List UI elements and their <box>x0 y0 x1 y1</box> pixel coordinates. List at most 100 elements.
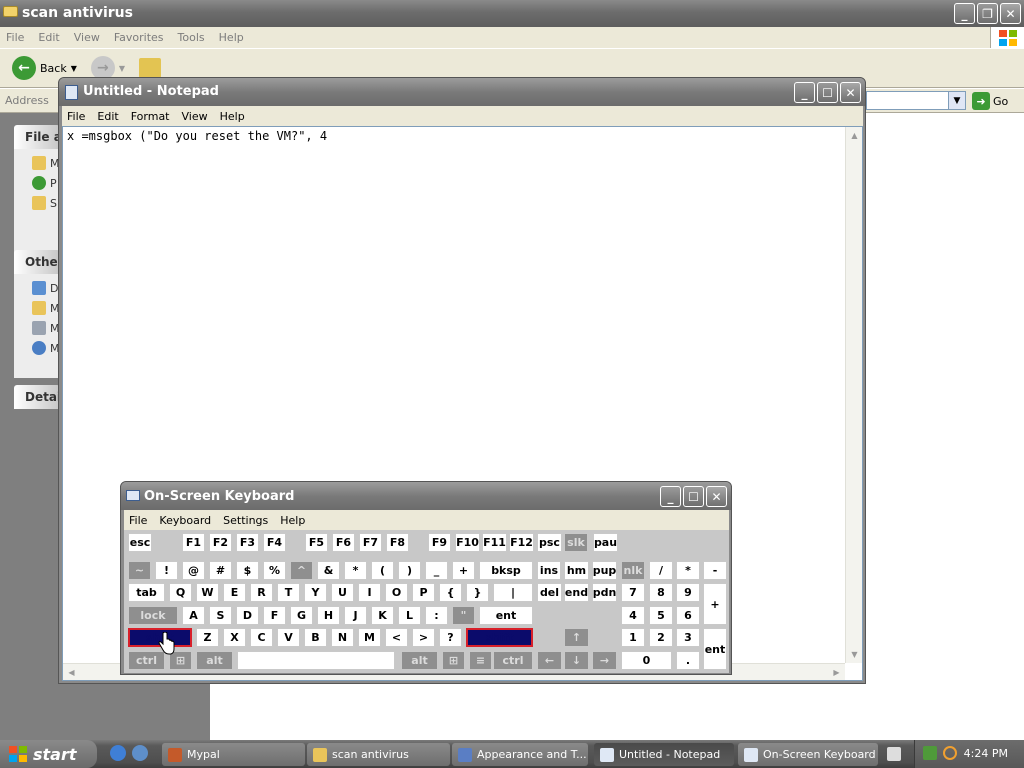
taskbar-item-on-screen-keyboard[interactable]: On-Screen Keyboard <box>738 743 878 766</box>
key-f[interactable]: F <box>263 606 286 625</box>
key-symbol[interactable]: . <box>676 651 700 670</box>
key-g[interactable]: G <box>290 606 313 625</box>
key-f5[interactable]: F5 <box>305 533 328 552</box>
key-f4[interactable]: F4 <box>263 533 286 552</box>
menu-format[interactable]: Format <box>131 110 170 123</box>
browser-icon[interactable] <box>132 745 148 761</box>
key-symbol[interactable]: ↓ <box>564 651 589 670</box>
taskbar-item-scan-antivirus[interactable]: scan antivirus <box>307 743 450 766</box>
key-nlk[interactable]: nlk <box>621 561 645 580</box>
key-symbol[interactable]: * <box>676 561 700 580</box>
key-numpad-enter[interactable]: ent <box>703 628 727 670</box>
key-symbol[interactable]: ↑ <box>564 628 589 647</box>
task-item[interactable]: M <box>14 153 60 173</box>
key-symbol[interactable]: % <box>263 561 286 580</box>
maximize-button[interactable]: ☐ <box>683 486 704 507</box>
explorer-titlebar[interactable]: scan antivirus _ ❐ ✕ <box>0 0 1024 27</box>
menu-help[interactable]: Help <box>220 110 245 123</box>
key-alt[interactable]: alt <box>196 651 233 670</box>
task-item[interactable]: S <box>14 193 60 213</box>
menu-file[interactable]: File <box>67 110 85 123</box>
menu-view[interactable]: View <box>74 31 100 44</box>
key-o[interactable]: O <box>385 583 408 602</box>
key-symbol[interactable]: → <box>592 651 617 670</box>
menu-edit[interactable]: Edit <box>97 110 118 123</box>
key-symbol[interactable]: _ <box>425 561 448 580</box>
key-space[interactable] <box>237 651 395 670</box>
scroll-right-icon[interactable]: ▶ <box>828 664 845 681</box>
key-symbol[interactable]: ! <box>155 561 178 580</box>
key-pdn[interactable]: pdn <box>592 583 617 602</box>
key-r[interactable]: R <box>250 583 273 602</box>
osk-titlebar[interactable]: On-Screen Keyboard _ ☐ ✕ <box>121 482 731 510</box>
key-i[interactable]: I <box>358 583 381 602</box>
key-bksp[interactable]: bksp <box>479 561 533 580</box>
key-u[interactable]: U <box>331 583 354 602</box>
menu-help[interactable]: Help <box>280 514 305 527</box>
key-n[interactable]: N <box>331 628 354 647</box>
restore-button[interactable]: ❐ <box>977 3 998 24</box>
key-q[interactable]: Q <box>169 583 192 602</box>
minimize-button[interactable]: _ <box>794 82 815 103</box>
key-symbol[interactable]: " <box>452 606 475 625</box>
key-w[interactable]: W <box>196 583 219 602</box>
key-end[interactable]: end <box>564 583 589 602</box>
key-esc[interactable]: esc <box>128 533 152 552</box>
menu-file[interactable]: File <box>6 31 24 44</box>
key-symbol[interactable]: & <box>317 561 340 580</box>
key-j[interactable]: J <box>344 606 367 625</box>
key-b[interactable]: B <box>304 628 327 647</box>
key-hm[interactable]: hm <box>564 561 589 580</box>
menu-help[interactable]: Help <box>219 31 244 44</box>
close-button[interactable]: ✕ <box>840 82 861 103</box>
key-9[interactable]: 9 <box>676 583 700 602</box>
menu-view[interactable]: View <box>182 110 208 123</box>
key-symbol[interactable]: # <box>209 561 232 580</box>
key-symbol[interactable]: | <box>493 583 533 602</box>
vertical-scrollbar[interactable]: ▲ ▼ <box>845 127 862 663</box>
key-f2[interactable]: F2 <box>209 533 232 552</box>
key-k[interactable]: K <box>371 606 394 625</box>
key-t[interactable]: T <box>277 583 300 602</box>
key-z[interactable]: Z <box>196 628 219 647</box>
key-4[interactable]: 4 <box>621 606 645 625</box>
key-symbol[interactable]: } <box>466 583 489 602</box>
key-m[interactable]: M <box>358 628 381 647</box>
key-symbol[interactable]: - <box>703 561 727 580</box>
taskbar-item-mypal[interactable]: Mypal <box>162 743 305 766</box>
search-icon[interactable] <box>943 746 957 760</box>
key-3[interactable]: 3 <box>676 628 700 647</box>
menu-favorites[interactable]: Favorites <box>114 31 164 44</box>
key-symbol[interactable]: > <box>412 628 435 647</box>
key-symbol[interactable]: < <box>385 628 408 647</box>
key-s[interactable]: S <box>209 606 232 625</box>
menu-edit[interactable]: Edit <box>38 31 59 44</box>
key-f10[interactable]: F10 <box>455 533 480 552</box>
key-c[interactable]: C <box>250 628 273 647</box>
menu-tools[interactable]: Tools <box>178 31 205 44</box>
key-5[interactable]: 5 <box>649 606 673 625</box>
place-item[interactable]: M <box>14 318 60 338</box>
key-6[interactable]: 6 <box>676 606 700 625</box>
key-f6[interactable]: F6 <box>332 533 355 552</box>
menu-file[interactable]: File <box>129 514 147 527</box>
key-alt[interactable]: alt <box>401 651 438 670</box>
key-numpad-plus[interactable]: + <box>703 583 727 625</box>
key-slk[interactable]: slk <box>564 533 588 552</box>
minimize-button[interactable]: _ <box>954 3 975 24</box>
close-button[interactable]: ✕ <box>706 486 727 507</box>
place-item[interactable]: M <box>14 298 60 318</box>
key-d[interactable]: D <box>236 606 259 625</box>
key-l[interactable]: L <box>398 606 421 625</box>
key-symbol[interactable]: * <box>344 561 367 580</box>
key-tab[interactable]: tab <box>128 583 165 602</box>
taskbar-item-notepad[interactable]: Untitled - Notepad <box>594 743 734 766</box>
scroll-down-icon[interactable]: ▼ <box>846 646 863 663</box>
task-group-header[interactable]: Other Places <box>14 250 60 274</box>
key-symbol[interactable]: @ <box>182 561 205 580</box>
key-ent[interactable]: ent <box>479 606 533 625</box>
address-dropdown-button[interactable]: ▼ <box>948 91 966 110</box>
key-symbol[interactable]: : <box>425 606 448 625</box>
key-f11[interactable]: F11 <box>482 533 507 552</box>
key-a[interactable]: A <box>182 606 205 625</box>
